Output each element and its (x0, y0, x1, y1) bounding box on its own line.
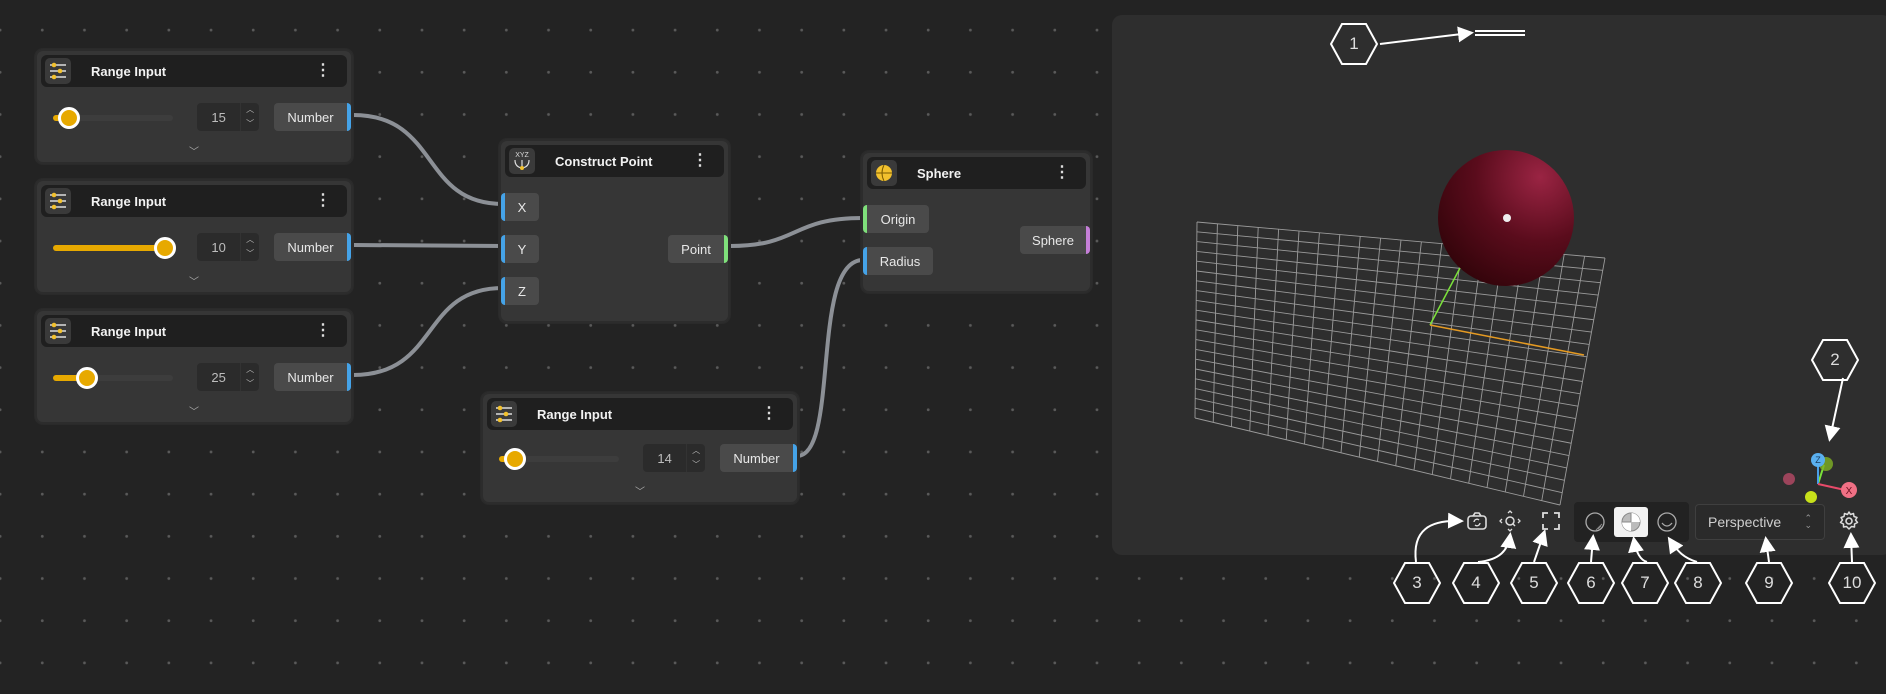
xyz-label: XYZ (515, 152, 529, 159)
increment-icon[interactable]: ︿ (241, 363, 259, 377)
decrement-icon[interactable]: ﹀ (241, 377, 259, 391)
decrement-icon[interactable]: ﹀ (241, 247, 259, 261)
range-input-node-1[interactable]: Range Input ⋮ 15 ︿ ﹀ Number ﹀ (35, 49, 353, 164)
output-port-sphere[interactable]: Sphere (1020, 226, 1090, 254)
shading-rendered-button[interactable] (1650, 507, 1684, 537)
shading-solid-button[interactable] (1614, 507, 1648, 537)
number-value[interactable]: 15 (197, 110, 240, 125)
callout-1: 1 (1330, 23, 1378, 65)
node-title: Sphere (917, 165, 962, 181)
input-port-radius[interactable]: Radius (863, 247, 933, 275)
decrement-icon[interactable]: ﹀ (687, 458, 705, 472)
shading-mode-group (1574, 502, 1689, 542)
node-title: Range Input (91, 63, 167, 79)
slider-thumb[interactable] (75, 367, 98, 389)
number-stepper[interactable]: 10 ︿ ﹀ (197, 233, 259, 261)
more-options-icon[interactable]: ⋮ (313, 193, 333, 209)
increment-icon[interactable]: ︿ (687, 444, 705, 458)
node-title: Range Input (91, 193, 167, 209)
output-port-number[interactable]: Number (274, 233, 351, 261)
number-stepper[interactable]: 25 ︿ ﹀ (197, 363, 259, 391)
node-header[interactable]: Range Input ⋮ (41, 55, 347, 87)
wire-range3-to-z[interactable] (352, 286, 504, 377)
wire-range1-to-x[interactable] (352, 113, 504, 206)
number-stepper[interactable]: 14 ︿ ﹀ (643, 444, 705, 472)
output-port-number[interactable]: Number (720, 444, 797, 472)
sliders-icon (45, 318, 71, 344)
construct-point-node[interactable]: XYZ Construct Point ⋮ X Y Z Point (499, 139, 730, 323)
callout-2: 2 (1811, 339, 1859, 381)
slider-thumb[interactable] (57, 107, 80, 129)
number-value[interactable]: 14 (643, 451, 686, 466)
range-slider[interactable] (53, 107, 173, 129)
node-header[interactable]: Range Input ⋮ (487, 398, 793, 430)
expand-chevron-icon[interactable]: ﹀ (483, 483, 797, 498)
output-port-point[interactable]: Point (668, 235, 728, 263)
input-port-z[interactable]: Z (501, 277, 539, 305)
range-input-node-3[interactable]: Range Input ⋮ 25 ︿ ﹀ Number ﹀ (35, 309, 353, 424)
range-slider[interactable] (53, 367, 173, 389)
wire-range2-to-y[interactable] (352, 243, 504, 248)
camera-mode-value: Perspective (1708, 514, 1782, 530)
zoom-to-fit-icon[interactable] (1497, 508, 1523, 534)
shading-wireframe-button[interactable] (1578, 507, 1612, 537)
number-stepper[interactable]: 15 ︿ ﹀ (197, 103, 259, 131)
more-options-icon[interactable]: ⋮ (1052, 165, 1072, 181)
expand-chevron-icon[interactable]: ﹀ (37, 403, 351, 418)
callout-6: 6 (1567, 562, 1615, 604)
callout-4: 4 (1452, 562, 1500, 604)
input-port-x[interactable]: X (501, 193, 539, 221)
more-options-icon[interactable]: ⋮ (313, 63, 333, 79)
more-options-icon[interactable]: ⋮ (690, 153, 710, 169)
3d-viewport[interactable] (1112, 15, 1886, 555)
camera-mode-select[interactable]: Perspective ⌃ ⌄ (1695, 504, 1825, 540)
output-port-number[interactable]: Number (274, 103, 351, 131)
settings-gear-icon[interactable] (1836, 508, 1862, 534)
sphere-icon (871, 160, 897, 186)
screenshot-camera-icon[interactable] (1464, 508, 1490, 534)
range-input-node-2[interactable]: Range Input ⋮ 10 ︿ ﹀ Number ﹀ (35, 179, 353, 294)
node-title: Construct Point (555, 153, 653, 169)
node-header[interactable]: Sphere ⋮ (867, 157, 1086, 189)
increment-icon[interactable]: ︿ (241, 103, 259, 117)
node-title: Range Input (91, 323, 167, 339)
range-slider[interactable] (53, 237, 176, 259)
expand-chevron-icon[interactable]: ﹀ (37, 273, 351, 288)
more-options-icon[interactable]: ⋮ (313, 323, 333, 339)
callout-7: 7 (1621, 562, 1669, 604)
callout-5: 5 (1510, 562, 1558, 604)
xyz-axis-icon: XYZ (509, 148, 535, 174)
slider-thumb[interactable] (154, 237, 176, 259)
sliders-icon (491, 401, 517, 427)
number-value[interactable]: 25 (197, 370, 240, 385)
sphere-node[interactable]: Sphere ⋮ Origin Radius Sphere (861, 151, 1092, 293)
range-slider[interactable] (499, 448, 619, 470)
input-port-y[interactable]: Y (501, 235, 539, 263)
select-arrows-icon: ⌃ ⌄ (1804, 513, 1812, 530)
range-input-node-4[interactable]: Range Input ⋮ 14 ︿ ﹀ Number ﹀ (481, 392, 799, 504)
input-port-origin[interactable]: Origin (863, 205, 929, 233)
decrement-icon[interactable]: ﹀ (241, 117, 259, 131)
node-header[interactable]: Range Input ⋮ (41, 185, 347, 217)
increment-icon[interactable]: ︿ (241, 233, 259, 247)
sliders-icon (45, 188, 71, 214)
node-title: Range Input (537, 406, 613, 422)
callout-3: 3 (1393, 562, 1441, 604)
output-port-number[interactable]: Number (274, 363, 351, 391)
fullscreen-icon[interactable] (1538, 508, 1564, 534)
sliders-icon (45, 58, 71, 84)
number-value[interactable]: 10 (197, 240, 240, 255)
more-options-icon[interactable]: ⋮ (759, 406, 779, 422)
wire-point-to-origin[interactable] (729, 216, 864, 248)
expand-chevron-icon[interactable]: ﹀ (37, 143, 351, 158)
slider-thumb[interactable] (503, 448, 526, 470)
slider-fill (53, 245, 165, 251)
callout-8: 8 (1674, 562, 1722, 604)
node-header[interactable]: Range Input ⋮ (41, 315, 347, 347)
callout-9: 9 (1745, 562, 1793, 604)
node-header[interactable]: XYZ Construct Point ⋮ (505, 145, 724, 177)
callout-10: 10 (1828, 562, 1876, 604)
wire-range4-to-radius[interactable] (796, 258, 864, 458)
